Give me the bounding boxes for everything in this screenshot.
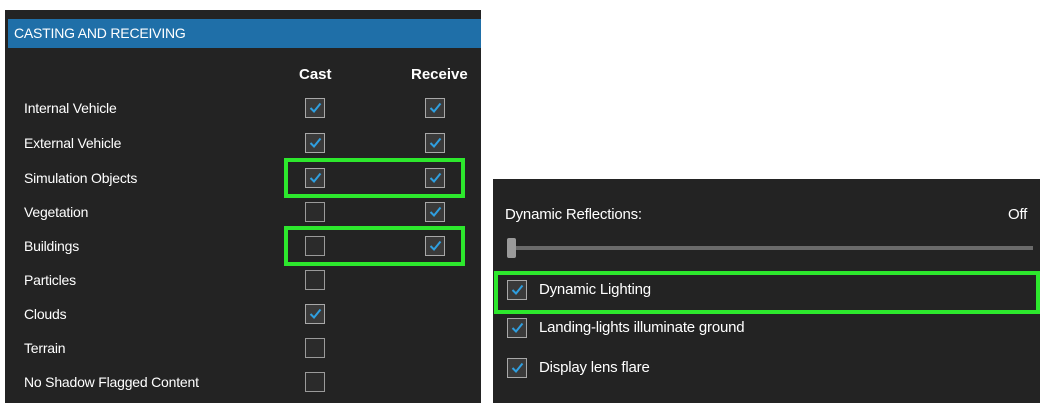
receive-checkbox[interactable] (425, 202, 445, 222)
checkmark-icon (429, 137, 442, 148)
checkmark-icon (429, 206, 442, 217)
checkmark-icon (309, 172, 322, 183)
option-label: Dynamic Lighting (539, 281, 651, 298)
cast-checkbox[interactable] (305, 304, 325, 324)
checkmark-icon (309, 308, 322, 319)
receive-checkbox[interactable] (425, 236, 445, 256)
row-label: Simulation Objects (24, 170, 138, 186)
option-checkbox[interactable] (507, 280, 527, 300)
option-label: Display lens flare (539, 359, 650, 376)
cast-checkbox[interactable] (305, 270, 325, 290)
row-label: Particles (24, 272, 76, 288)
checkmark-icon (429, 172, 442, 183)
option-label: Landing-lights illuminate ground (539, 319, 745, 336)
checkmark-icon (309, 137, 322, 148)
casting-receiving-header: CASTING AND RECEIVING (8, 19, 481, 48)
row-label: Vegetation (24, 204, 89, 220)
checkmark-icon (429, 240, 442, 251)
checkmark-icon (511, 362, 524, 373)
option-checkbox[interactable] (507, 318, 527, 338)
row-label: Clouds (24, 306, 67, 322)
dynamic-reflections-slider-thumb[interactable] (507, 238, 516, 258)
cast-checkbox[interactable] (305, 338, 325, 358)
option-checkbox[interactable] (507, 358, 527, 378)
row-label: Buildings (24, 238, 80, 254)
cast-checkbox[interactable] (305, 98, 325, 118)
receive-checkbox[interactable] (425, 168, 445, 188)
dynamic-reflections-value: Off (1008, 206, 1028, 223)
cast-checkbox[interactable] (305, 372, 325, 392)
checkmark-icon (511, 322, 524, 333)
cast-checkbox[interactable] (305, 133, 325, 153)
checkmark-icon (429, 102, 442, 113)
cast-checkbox[interactable] (305, 202, 325, 222)
receive-column-header: Receive (411, 66, 468, 83)
cast-checkbox[interactable] (305, 168, 325, 188)
cast-checkbox[interactable] (305, 236, 325, 256)
cast-column-header: Cast (299, 66, 332, 83)
checkmark-icon (511, 284, 524, 295)
row-label: Internal Vehicle (24, 100, 117, 116)
receive-checkbox[interactable] (425, 98, 445, 118)
dynamic-reflections-slider-track[interactable] (512, 246, 1033, 250)
row-label: No Shadow Flagged Content (24, 374, 199, 390)
row-label: External Vehicle (24, 135, 122, 151)
dynamic-reflections-label: Dynamic Reflections: (505, 206, 642, 223)
row-label: Terrain (24, 340, 66, 356)
receive-checkbox[interactable] (425, 133, 445, 153)
checkmark-icon (309, 102, 322, 113)
